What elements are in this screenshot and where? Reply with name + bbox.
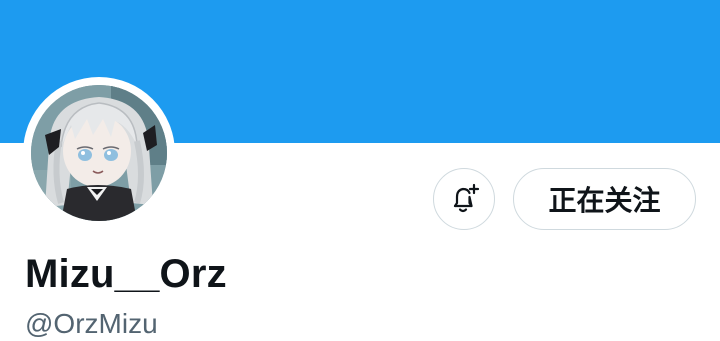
user-handle: @OrzMizu <box>25 308 158 339</box>
notify-button[interactable] <box>433 168 495 230</box>
avatar-ring <box>23 77 175 229</box>
following-button[interactable]: 正在关注 <box>513 168 696 230</box>
avatar-image <box>31 85 167 221</box>
bell-plus-icon <box>453 183 480 213</box>
avatar[interactable] <box>31 85 167 221</box>
display-name: Mizu__Orz <box>25 252 227 296</box>
